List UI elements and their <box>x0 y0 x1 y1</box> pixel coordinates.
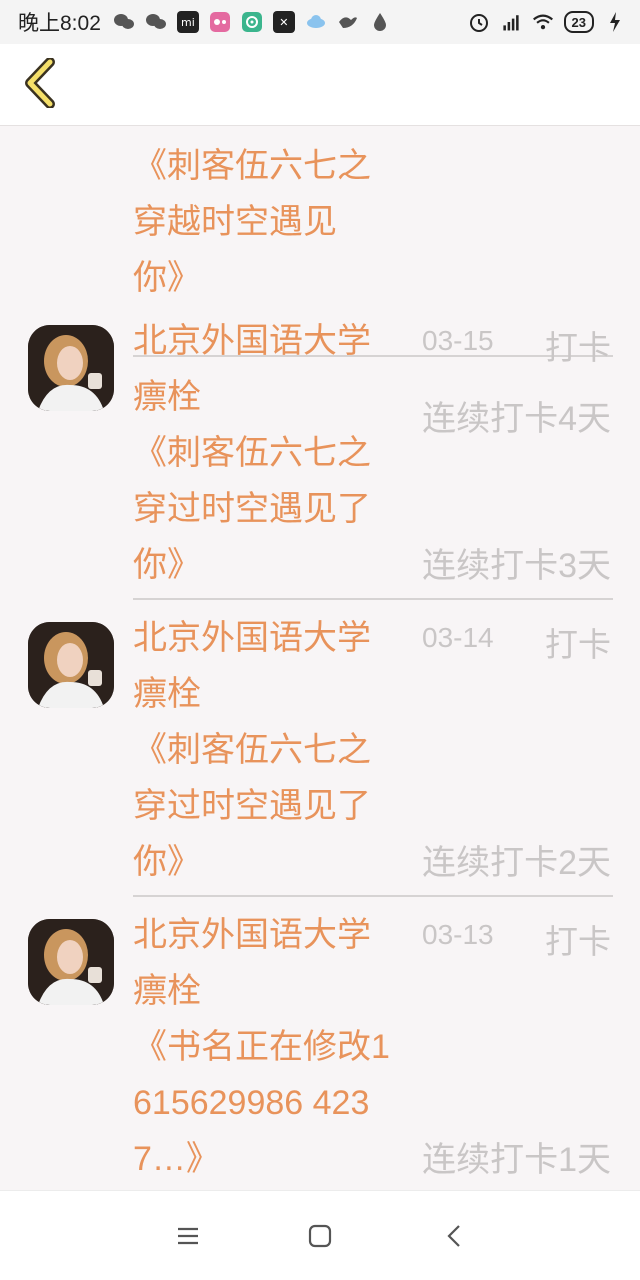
system-nav-bar <box>0 1190 640 1280</box>
home-icon <box>305 1224 335 1255</box>
chevron-left-icon <box>22 57 56 112</box>
school-name: 北京外国语大学瘭栓 <box>133 619 371 713</box>
school-name: 北京外国语大学瘭栓 <box>133 322 371 416</box>
list-item[interactable]: 北京外国语大学瘭栓 03-13 打卡 《书名正在修改1615629986 423… <box>0 897 640 1190</box>
app-header <box>0 44 640 126</box>
back-icon <box>440 1225 470 1255</box>
menu-icon <box>173 1227 203 1255</box>
system-icons: 23 <box>468 11 626 33</box>
wifi-icon <box>532 11 554 33</box>
avatar[interactable] <box>28 919 114 1005</box>
avatar[interactable] <box>28 622 114 708</box>
streak-count: 连续打卡1天 <box>422 1141 611 1179</box>
streak-count: 连续打卡3天 <box>422 547 611 585</box>
status-time: 晚上8:02 <box>18 12 101 35</box>
book-title: 《刺客伍六七之穿过时空遇见了你》 <box>133 434 371 584</box>
list-item[interactable]: 《刺客伍六七之 穿越时空遇见 你》 连续打卡4天 <box>0 126 640 438</box>
checkin-status: 打卡 <box>545 626 611 663</box>
checkin-date: 03-13 <box>422 919 494 950</box>
drop-icon <box>369 11 391 33</box>
checkin-date: 03-14 <box>422 622 494 653</box>
alarm-icon <box>468 11 490 33</box>
checkin-list: 《刺客伍六七之 穿越时空遇见 你》 连续打卡4天 北京外国语大学瘭栓 03-15… <box>0 126 640 1190</box>
capcut-icon: ✕ <box>272 11 295 33</box>
signal-icon <box>500 11 522 33</box>
school-name: 北京外国语大学瘭栓 <box>133 916 371 1010</box>
list-item[interactable]: 北京外国语大学瘭栓 03-14 打卡 《刺客伍六七之穿过时空遇见了你》 连续打卡… <box>0 600 640 897</box>
podcast-icon <box>241 11 263 33</box>
book-title: 《书名正在修改1615629986 4237…》 <box>133 1028 390 1178</box>
status-bar: 晚上8:02 mi ✕ 23 <box>0 0 640 44</box>
mi-store-icon: mi <box>176 11 199 33</box>
back-nav-button[interactable] <box>440 1221 470 1251</box>
battery-indicator: 23 <box>563 11 594 33</box>
menu-button[interactable] <box>173 1221 203 1251</box>
avatar[interactable] <box>28 325 114 411</box>
bird-icon <box>337 11 359 33</box>
notification-icons: mi ✕ <box>113 11 391 33</box>
streak-count: 连续打卡2天 <box>422 844 611 882</box>
cloud-icon <box>305 11 327 33</box>
checkin-date: 03-15 <box>422 325 494 356</box>
checkin-status: 打卡 <box>545 329 611 366</box>
book-title: 《刺客伍六七之 穿越时空遇见 你》 <box>133 147 371 297</box>
home-button[interactable] <box>305 1221 335 1251</box>
back-button[interactable] <box>14 57 64 112</box>
charging-icon <box>604 11 626 33</box>
list-item[interactable]: 北京外国语大学瘭栓 03-15 打卡 《刺客伍六七之穿过时空遇见了你》 连续打卡… <box>0 303 640 600</box>
wechat-icon <box>145 11 167 33</box>
game-center-icon <box>209 11 231 33</box>
book-title: 《刺客伍六七之穿过时空遇见了你》 <box>133 731 371 881</box>
checkin-status: 打卡 <box>545 923 611 960</box>
wechat-icon <box>113 11 135 33</box>
